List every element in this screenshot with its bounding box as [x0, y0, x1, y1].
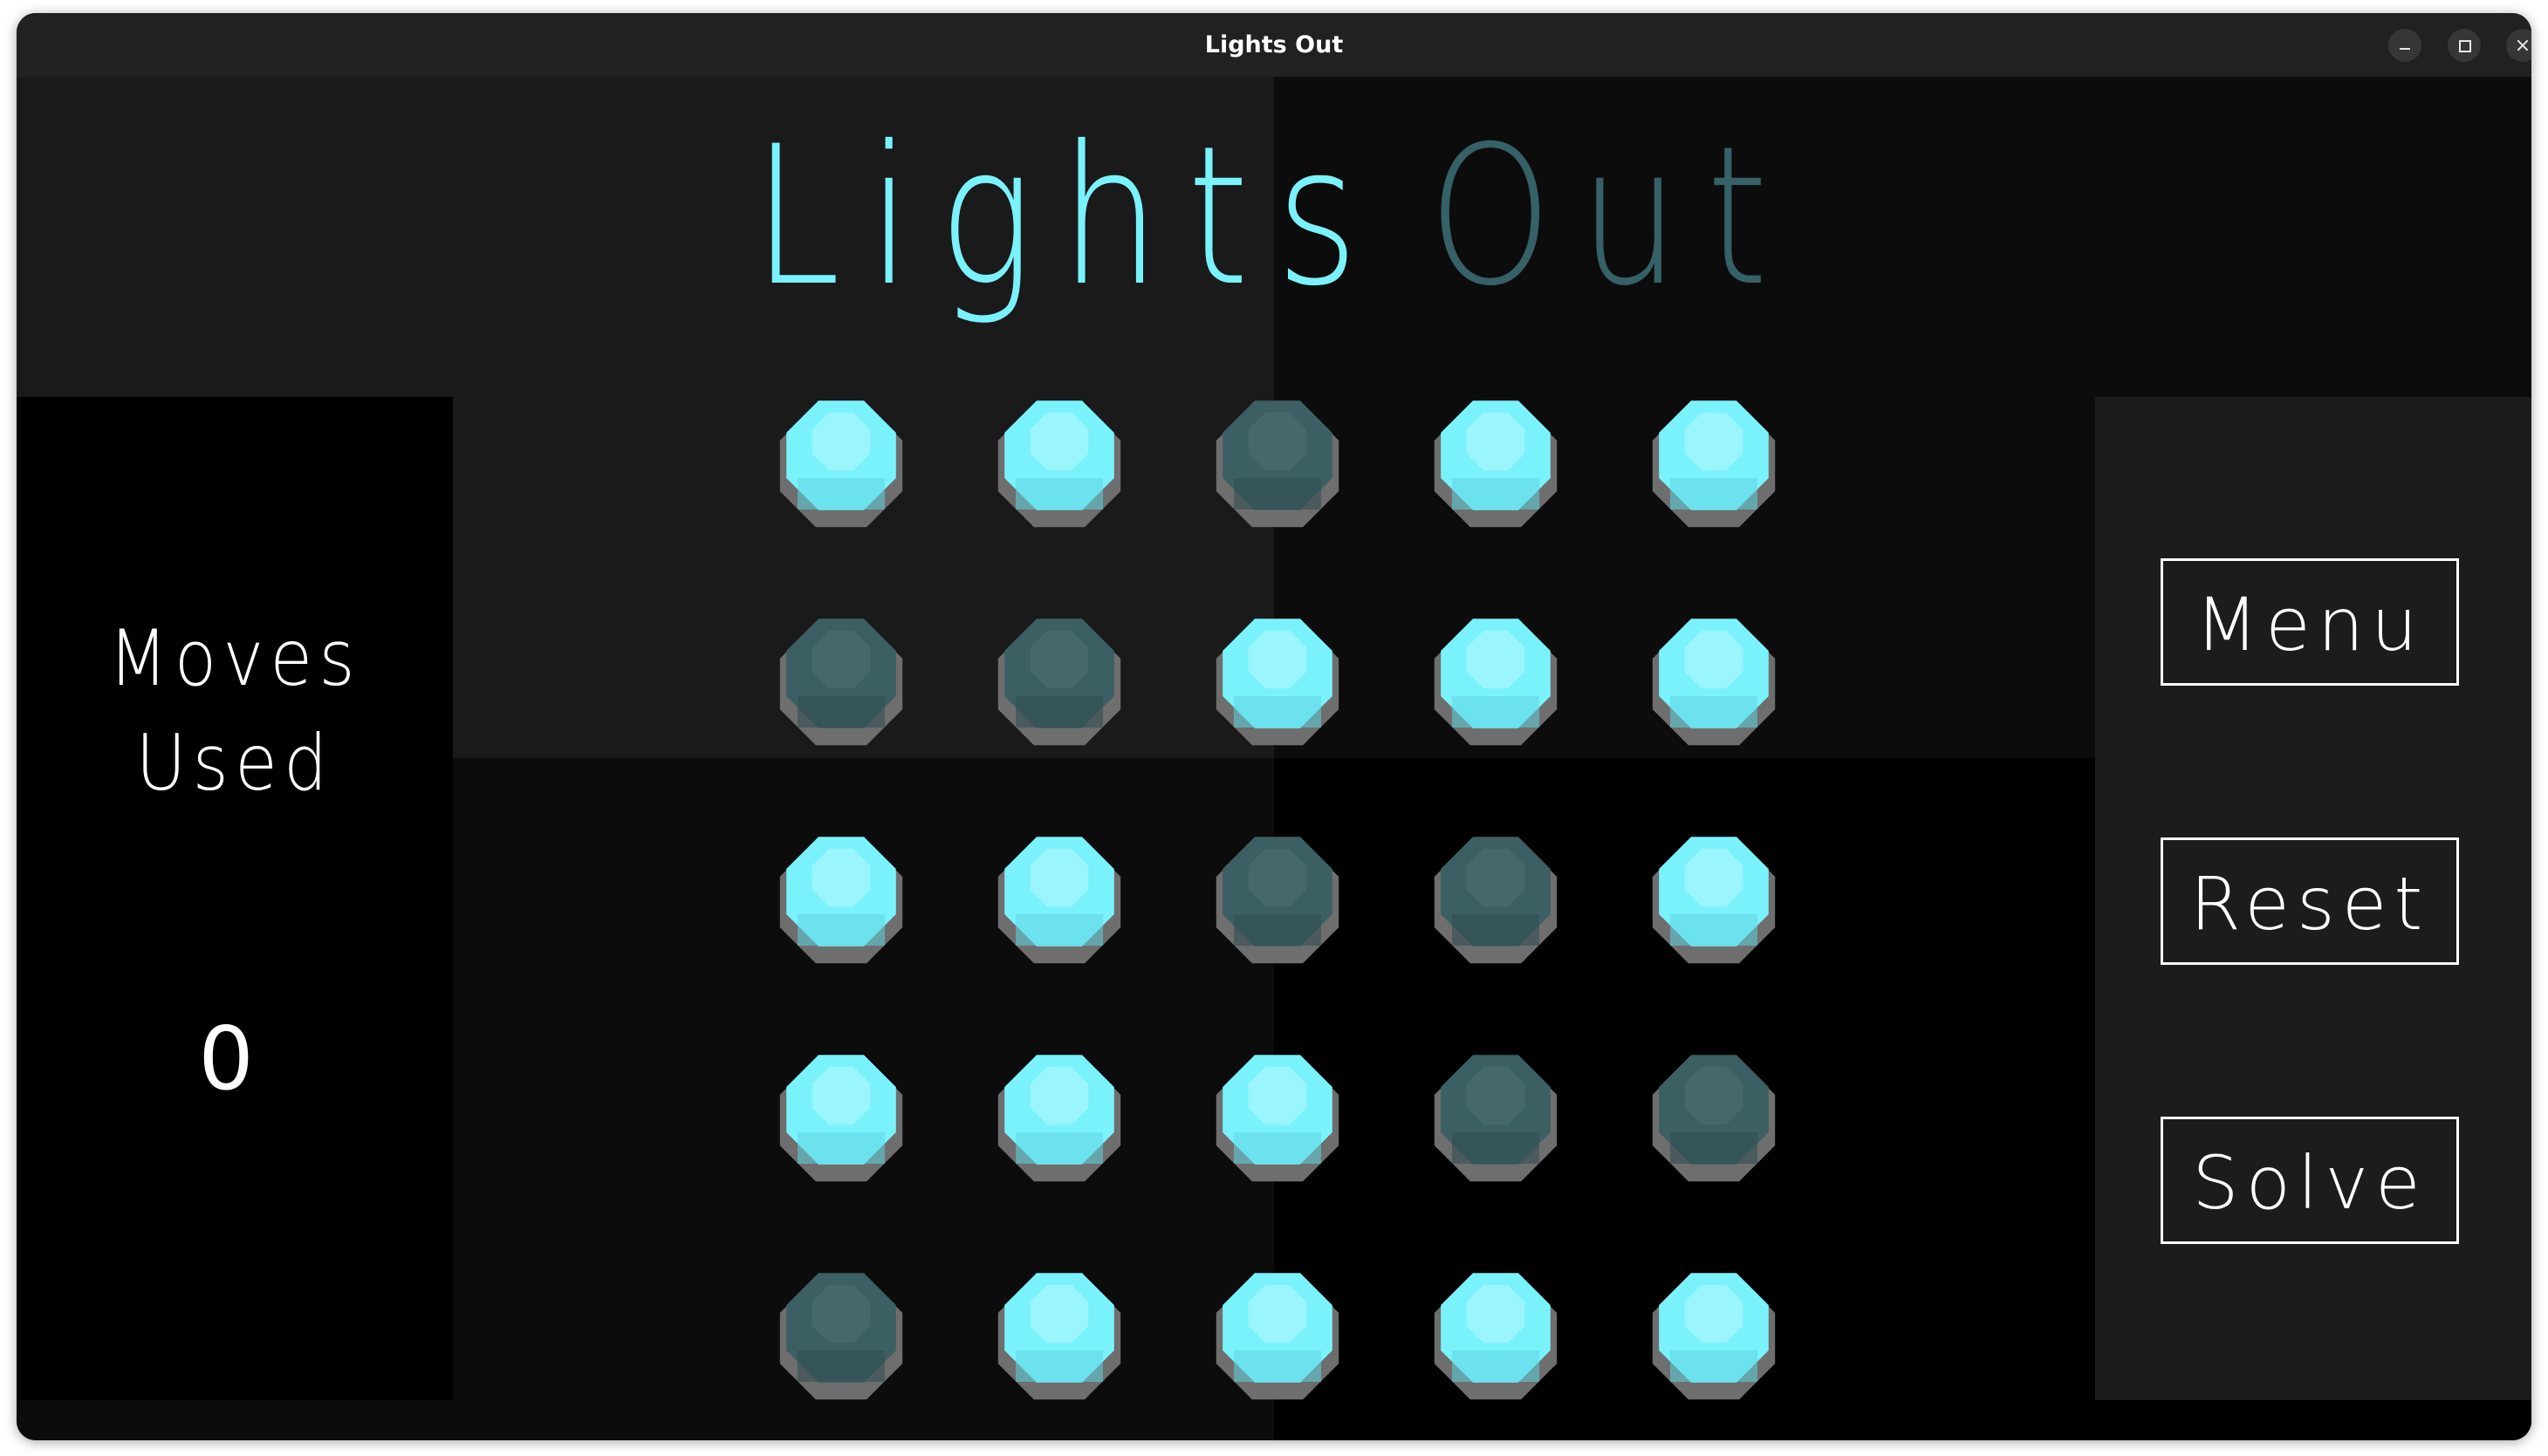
light-on[interactable] [990, 827, 1129, 967]
moves-used-label: Moves Used [38, 606, 431, 816]
game-title: Lights Out [243, 120, 2305, 312]
light-off[interactable] [771, 609, 911, 749]
light-off[interactable] [1426, 827, 1565, 967]
light-on[interactable] [1208, 1045, 1347, 1185]
light-on[interactable] [771, 827, 911, 967]
light-on[interactable] [990, 391, 1129, 530]
maximize-icon[interactable] [2448, 29, 2481, 62]
light-on[interactable] [1644, 1263, 1784, 1403]
title-word-lights: Lights [752, 105, 1386, 328]
moves-label-line1: Moves [108, 613, 361, 703]
light-off[interactable] [990, 609, 1129, 749]
app-window: Lights Out Lights Out Moves Used 0 Menu R… [17, 13, 2531, 1440]
light-on[interactable] [1208, 609, 1347, 749]
light-off[interactable] [1208, 827, 1347, 967]
light-off[interactable] [1644, 1045, 1784, 1185]
light-on[interactable] [1644, 609, 1784, 749]
reset-button[interactable]: Reset [2161, 837, 2459, 965]
light-on[interactable] [1644, 827, 1784, 967]
moves-label-line2: Used [135, 718, 334, 808]
light-on[interactable] [990, 1263, 1129, 1403]
game-area: Lights Out Moves Used 0 Menu Reset Solve [17, 77, 2531, 1440]
light-off[interactable] [771, 1263, 911, 1403]
light-on[interactable] [1208, 1263, 1347, 1403]
light-on[interactable] [1644, 391, 1784, 530]
light-off[interactable] [1208, 391, 1347, 530]
moves-count: 0 [198, 1008, 254, 1110]
light-on[interactable] [1426, 391, 1565, 530]
light-on[interactable] [771, 391, 911, 530]
light-on[interactable] [771, 1045, 911, 1185]
minimize-icon[interactable] [2388, 29, 2421, 62]
window-title: Lights Out [1204, 31, 1344, 58]
solve-button[interactable]: Solve [2161, 1117, 2459, 1244]
controls-panel: Menu Reset Solve [2095, 397, 2531, 1400]
stats-panel: Moves Used 0 [17, 397, 453, 1400]
light-on[interactable] [1426, 609, 1565, 749]
menu-button[interactable]: Menu [2161, 558, 2459, 686]
title-word-out: Out [1428, 105, 1796, 328]
light-on[interactable] [1426, 1263, 1565, 1403]
light-off[interactable] [1426, 1045, 1565, 1185]
title-bar: Lights Out [17, 13, 2531, 77]
light-on[interactable] [990, 1045, 1129, 1185]
